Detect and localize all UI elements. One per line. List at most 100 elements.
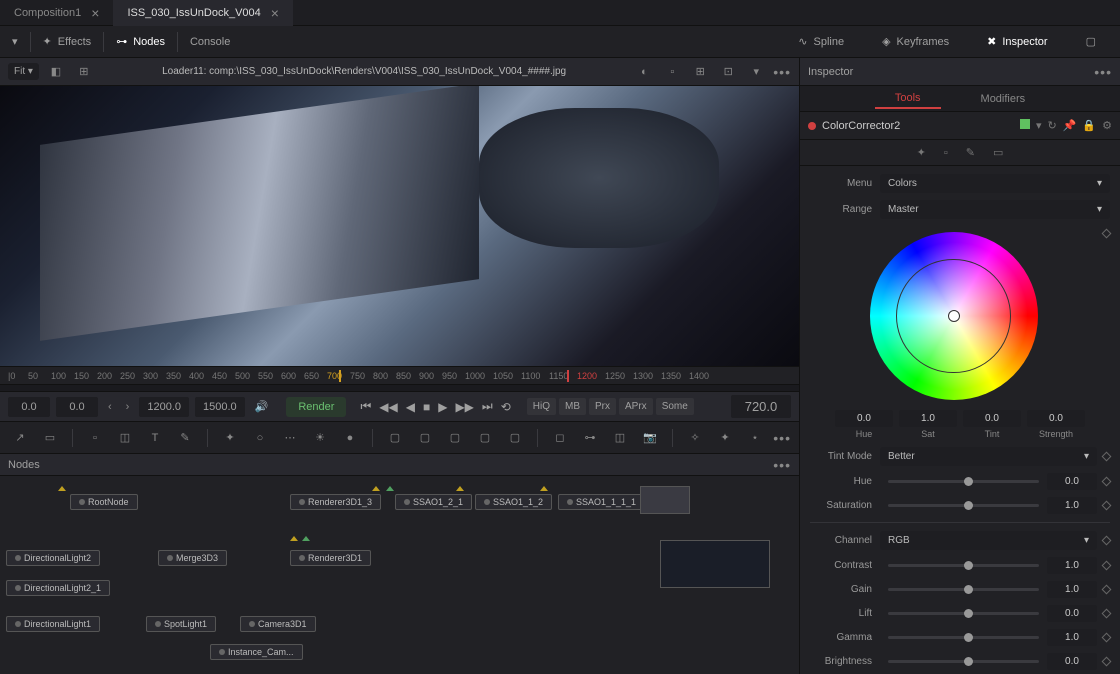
prev-icon[interactable]: ‹ [104, 401, 116, 413]
stop-icon[interactable]: ■ [423, 400, 430, 414]
keyframe-button[interactable] [1102, 633, 1112, 643]
keyframe-button[interactable] [1102, 585, 1112, 595]
fx3-icon[interactable]: ⋆ [743, 426, 767, 450]
more-icon[interactable]: ••• [773, 64, 791, 80]
last-frame-icon[interactable]: ⏭ [482, 399, 493, 414]
hue-slider[interactable] [888, 480, 1039, 483]
menu-button[interactable]: ▾ [0, 26, 30, 58]
circle-icon[interactable]: ○ [248, 426, 272, 450]
more-icon[interactable]: ••• [773, 430, 791, 446]
saturation-slider[interactable] [888, 504, 1039, 507]
keyframe-button[interactable] [1102, 229, 1112, 239]
node-camera3d1[interactable]: Camera3D1 [240, 616, 316, 632]
keyframe-button[interactable] [1102, 561, 1112, 571]
menu-dropdown[interactable]: Colors▾ [880, 174, 1110, 193]
gamma-slider[interactable] [888, 636, 1039, 639]
keyframe-button[interactable] [1102, 609, 1112, 619]
tint-value[interactable]: 0.0 [963, 410, 1021, 427]
more-icon[interactable]: ••• [1094, 64, 1112, 80]
tab-iss[interactable]: ISS_030_IssUnDock_V004 × [113, 0, 293, 26]
first-frame-icon[interactable]: ⏮ [360, 399, 371, 414]
node-ssao21[interactable]: SSAO1_2_1 [395, 494, 472, 510]
chev-icon[interactable]: ▾ [745, 61, 767, 83]
mb-button[interactable]: MB [559, 398, 586, 415]
node-dirlight2[interactable]: DirectionalLight2 [6, 550, 100, 566]
play-back-icon[interactable]: ◀ [406, 400, 415, 414]
prx-button[interactable]: Prx [589, 398, 616, 415]
keyframes-button[interactable]: ◈ Keyframes [870, 26, 961, 58]
close-icon[interactable]: × [91, 5, 99, 21]
cube-icon[interactable]: ◫ [608, 426, 632, 450]
some-button[interactable]: Some [656, 398, 694, 415]
rewind-icon[interactable]: ◀◀ [379, 400, 397, 414]
image-icon[interactable]: ▫ [83, 426, 107, 450]
link-icon[interactable]: ⊶ [578, 426, 602, 450]
reset-icon[interactable]: ↻ [1048, 119, 1057, 132]
expand-icon[interactable]: ⊡ [717, 61, 739, 83]
pin-icon[interactable]: 📌 [1063, 119, 1077, 132]
arrow-icon[interactable]: ↗ [8, 426, 32, 450]
split-icon[interactable]: ◧ [45, 61, 67, 83]
effects-button[interactable]: ✦ Effects [31, 26, 104, 58]
loop-icon[interactable]: ⟲ [501, 400, 511, 414]
contrast-value[interactable]: 1.0 [1047, 557, 1097, 574]
fforward-icon[interactable]: ▶▶ [455, 400, 473, 414]
time-ruler[interactable]: |0 50 100 150 200 250 300 350 400 450 50… [0, 366, 799, 384]
tab-tools[interactable]: Tools [875, 89, 941, 109]
box1-icon[interactable]: ▢ [383, 426, 407, 450]
node-ssao112[interactable]: SSAO1_1_2 [475, 494, 552, 510]
viewer[interactable] [0, 86, 799, 366]
node-ssao1111[interactable]: SSAO1_1_1_1 [558, 494, 645, 510]
saturation-value[interactable]: 1.0 [1047, 497, 1097, 514]
gain-value[interactable]: 1.0 [1047, 581, 1097, 598]
aprx-button[interactable]: APrx [619, 398, 653, 415]
next-icon[interactable]: › [122, 401, 134, 413]
node-renderer3d13[interactable]: Renderer3D1_3 [290, 494, 381, 510]
monitor-button[interactable]: ▢ [1074, 26, 1108, 58]
sat-value[interactable]: 1.0 [899, 410, 957, 427]
hue-value[interactable]: 0.0 [835, 410, 893, 427]
color-wheel[interactable] [870, 232, 1038, 400]
brush-icon[interactable]: ✎ [173, 426, 197, 450]
box5-icon[interactable]: ▢ [503, 426, 527, 450]
console-button[interactable]: Console [178, 26, 242, 58]
fx2-icon[interactable]: ✦ [713, 426, 737, 450]
more-icon[interactable]: ••• [773, 457, 791, 473]
cam-icon[interactable]: 📷 [638, 426, 662, 450]
box4-icon[interactable]: ▢ [473, 426, 497, 450]
hiq-button[interactable]: HiQ [527, 398, 556, 415]
keyframe-button[interactable] [1102, 452, 1112, 462]
brightness-value[interactable]: 0.0 [1047, 653, 1097, 670]
brightness-slider[interactable] [888, 660, 1039, 663]
in-time[interactable]: 0.0 [56, 397, 98, 417]
keyframe-button[interactable] [1102, 501, 1112, 511]
tab-settings-icon[interactable]: ▭ [993, 146, 1003, 159]
play-icon[interactable]: ▶ [438, 400, 447, 414]
node-rootnode[interactable]: RootNode [70, 494, 138, 510]
out-time[interactable]: 1200.0 [139, 397, 189, 417]
lift-slider[interactable] [888, 612, 1039, 615]
render-button[interactable]: Render [286, 397, 346, 417]
node-thumb[interactable] [640, 486, 690, 514]
nodes-button[interactable]: ⊶ Nodes [104, 26, 177, 58]
strength-value[interactable]: 0.0 [1027, 410, 1085, 427]
tintmode-dropdown[interactable]: Better▾ [880, 447, 1097, 466]
grid2-icon[interactable]: ⊞ [689, 61, 711, 83]
grid-icon[interactable]: ⊞ [73, 61, 95, 83]
node-thumb2[interactable] [660, 540, 770, 588]
start-time[interactable]: 0.0 [8, 397, 50, 417]
playhead-marker[interactable] [339, 370, 341, 382]
nodes-canvas[interactable]: RootNode Renderer3D1_3 SSAO1_2_1 SSAO1_1… [0, 476, 799, 674]
color-chip[interactable] [1020, 119, 1030, 129]
crop-icon[interactable]: ◫ [113, 426, 137, 450]
end-time[interactable]: 1500.0 [195, 397, 245, 417]
text-icon[interactable]: T [143, 426, 167, 450]
close-icon[interactable]: × [271, 5, 279, 21]
lock-icon[interactable]: 🔒 [1082, 119, 1096, 132]
inspector-button[interactable]: ✖ Inspector [975, 26, 1059, 58]
box3-icon[interactable]: ▢ [443, 426, 467, 450]
tab-levels-icon[interactable]: ▫ [944, 147, 948, 159]
select-icon[interactable]: ◻ [548, 426, 572, 450]
sun-icon[interactable]: ☀ [308, 426, 332, 450]
color-icon[interactable]: ◐ [633, 61, 655, 83]
